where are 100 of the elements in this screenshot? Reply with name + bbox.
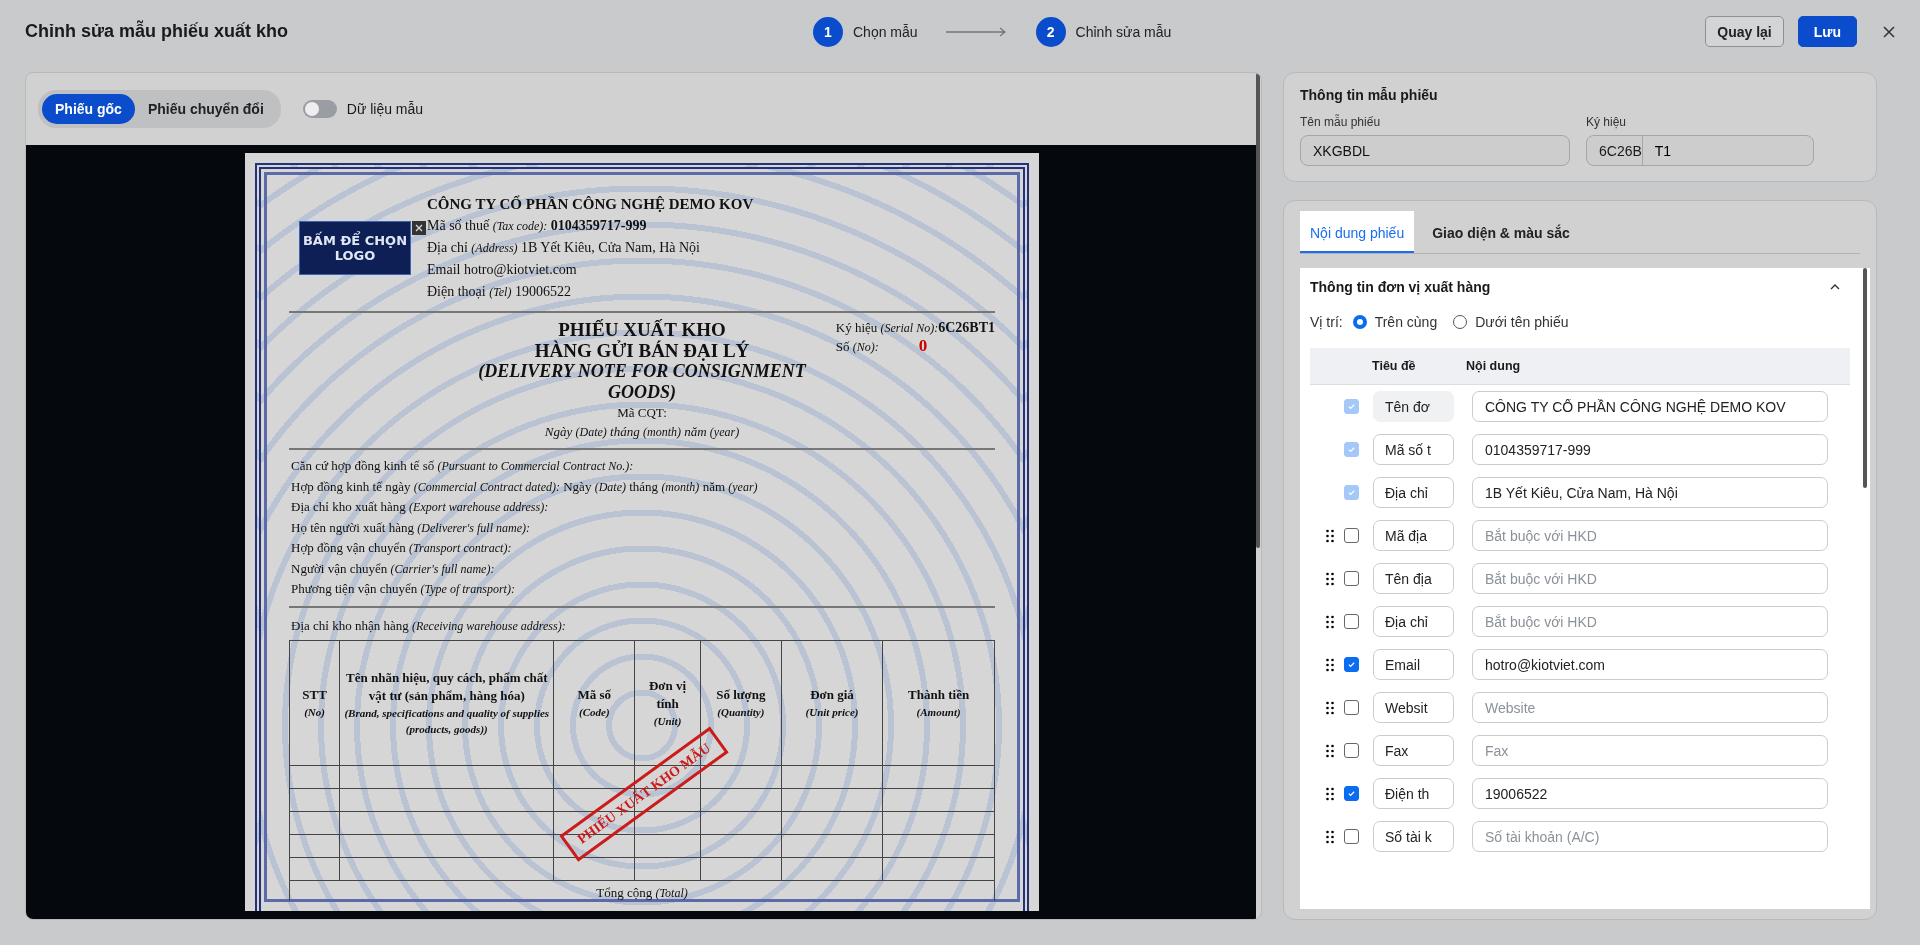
- title-field[interactable]: Websit: [1373, 692, 1454, 723]
- drag-handle-icon[interactable]: [1324, 571, 1336, 586]
- scrollbar-thumb[interactable]: [1863, 268, 1867, 488]
- field-label: Ký hiệu: [1586, 115, 1628, 129]
- drag-handle-icon[interactable]: [1324, 743, 1336, 758]
- view-tab[interactable]: Phiếu chuyển đổi: [134, 94, 277, 124]
- scrollbar-thumb[interactable]: [1256, 73, 1260, 548]
- check-icon: [1347, 660, 1356, 669]
- title-field[interactable]: Địa chỉ: [1373, 477, 1454, 508]
- radio-option[interactable]: Dưới tên phiếu: [1453, 314, 1569, 330]
- company-detail: Địa chỉ (Address) 1B Yết Kiêu, Cửa Nam, Hà Nội: [427, 239, 701, 257]
- serial-label: Ký hiệu (Serial No):: [835, 320, 939, 335]
- table-header: Thành tiền (Amount): [882, 640, 995, 766]
- title-field[interactable]: Fax: [1373, 735, 1454, 766]
- table-cell: [289, 834, 340, 858]
- document-field: Căn cứ hợp đồng kinh tế số (Pursuant to Commercial Contract No.):: [289, 456, 995, 477]
- save-button[interactable]: Lưu: [1797, 16, 1857, 47]
- table-header: STT (No): [289, 640, 340, 766]
- drag-handle-icon[interactable]: [1324, 700, 1336, 715]
- drag-handle-icon[interactable]: [1324, 829, 1336, 844]
- field-label: Tên mẫu phiếu: [1300, 115, 1382, 129]
- checkbox[interactable]: [1344, 700, 1359, 715]
- symbol-field[interactable]: 6C26B T1: [1586, 135, 1814, 166]
- table-header: Đơn giá (Unit price): [781, 640, 883, 766]
- content-field[interactable]: Bắt buộc với HKD: [1472, 606, 1828, 637]
- content-field[interactable]: 1B Yết Kiêu, Cửa Nam, Hà Nội: [1472, 477, 1828, 508]
- card-title: Thông tin mẫu phiếu: [1300, 87, 1439, 103]
- radio-button[interactable]: [1352, 315, 1367, 329]
- content-field[interactable]: 0104359717-999: [1472, 434, 1828, 465]
- view-tab[interactable]: Phiếu gốc: [42, 94, 135, 124]
- total-label: Tổng cộng (Total): [289, 880, 995, 901]
- chevron-icon[interactable]: [1830, 284, 1840, 290]
- table-header: Mã số (Code): [553, 640, 635, 766]
- document-field: Địa chỉ kho xuất hàng (Export warehouse address):: [289, 497, 995, 518]
- title-field[interactable]: Mã địa: [1373, 520, 1454, 551]
- checkbox[interactable]: [1344, 614, 1359, 629]
- company-detail: Mã số thuế (Tax code): 0104359717-999: [427, 217, 648, 235]
- document-field: Người vận chuyển (Carrier's full name):: [289, 558, 995, 579]
- tax-code-label: Mã CQT:: [616, 404, 668, 422]
- document-field: Hợp đồng vận chuyển (Transport contract):: [289, 538, 995, 559]
- document-field: Hợp đồng kinh tế ngày (Commercial Contract dated): Ngày (Date) tháng (month) năm (year): [289, 476, 995, 497]
- settings-tab[interactable]: Giao diện & màu sắc: [1422, 211, 1580, 253]
- check-icon: [1347, 789, 1356, 798]
- content-field[interactable]: Số tài khoản (A/C): [1472, 821, 1828, 852]
- company-detail: Email hotro@kiotviet.com: [427, 261, 578, 279]
- serial-value: 6C26BT1: [938, 320, 995, 335]
- title-field[interactable]: Địa chỉ: [1373, 606, 1454, 637]
- number-label: Số (No):: [835, 339, 879, 354]
- template-name-field[interactable]: XKGBDL: [1300, 135, 1570, 166]
- title-field[interactable]: Điện th: [1373, 778, 1454, 809]
- content-field[interactable]: CÔNG TY CỔ PHẦN CÔNG NGHỆ DEMO KOV: [1472, 391, 1828, 422]
- drag-handle-icon[interactable]: [1324, 528, 1336, 543]
- document-field: Họ tên người xuất hàng (Deliverer's full name):: [289, 517, 995, 538]
- title-field[interactable]: Tên địa: [1373, 563, 1454, 594]
- column-header: Tiêu đề: [1372, 359, 1417, 373]
- page-title: Chỉnh sửa mẫu phiếu xuất kho: [25, 21, 289, 42]
- checkbox[interactable]: [1344, 571, 1359, 586]
- symbol-suffix-field[interactable]: T1: [1642, 136, 1813, 165]
- toggle-label: Dữ liệu mẫu: [346, 101, 424, 117]
- title-field[interactable]: Email: [1373, 649, 1454, 680]
- checkbox[interactable]: [1344, 743, 1359, 758]
- content-field[interactable]: hotro@kiotviet.com: [1472, 649, 1828, 680]
- content-field[interactable]: Bắt buộc với HKD: [1472, 520, 1828, 551]
- document-title: PHIẾU XUẤT KHO HÀNG GỬI BÁN ĐẠI LÝ: [533, 319, 751, 361]
- table-cell: [289, 857, 340, 881]
- step-label: Chọn mẫu: [853, 24, 918, 40]
- content-field[interactable]: 19006522: [1472, 778, 1828, 809]
- checkbox[interactable]: [1344, 786, 1359, 801]
- back-button[interactable]: Quay lại: [1705, 16, 1784, 47]
- step-number: 1: [813, 17, 843, 47]
- checkbox[interactable]: [1344, 829, 1359, 844]
- drag-handle-icon[interactable]: [1324, 614, 1336, 629]
- drag-handle-icon[interactable]: [1324, 786, 1336, 801]
- radio-option[interactable]: Trên cùng: [1352, 314, 1438, 330]
- close-icon[interactable]: [1883, 25, 1895, 38]
- arrow-icon: [945, 27, 1008, 37]
- content-field[interactable]: Website: [1472, 692, 1828, 723]
- settings-tab[interactable]: Nội dung phiếu: [1300, 211, 1415, 253]
- drag-handle-icon[interactable]: [1324, 657, 1336, 672]
- position-label: Vị trí:: [1310, 314, 1343, 330]
- document-subtitle: (DELIVERY NOTE FOR CONSIGNMENT GOODS): [477, 361, 808, 403]
- table-header: Tên nhãn hiệu, quy cách, phẩm chất vật tư (sản phẩm, hàng hóa) (Brand, specifications and quality of supplies (products, goods)): [339, 640, 554, 766]
- document-field: Địa chỉ kho nhận hàng (Receiving warehouse address):: [289, 607, 995, 636]
- document-field: Phương tiện vận chuyển (Type of transport):: [289, 579, 995, 600]
- table-cell: [289, 765, 340, 789]
- title-field[interactable]: Số tài k: [1373, 821, 1454, 852]
- date-line: Ngày (Date) tháng (month) năm (year): [543, 423, 741, 441]
- table-cell: [289, 788, 340, 812]
- title-field[interactable]: Mã số t: [1373, 434, 1454, 465]
- column-header: Nội dung: [1466, 359, 1521, 373]
- table-cell: [289, 811, 340, 835]
- content-field[interactable]: Fax: [1472, 735, 1828, 766]
- checkbox[interactable]: [1344, 657, 1359, 672]
- company-detail: Điện thoại (Tel) 19006522: [427, 283, 572, 301]
- content-field[interactable]: Bắt buộc với HKD: [1472, 563, 1828, 594]
- step-label: Chỉnh sửa mẫu: [1075, 24, 1172, 40]
- checkbox[interactable]: [1344, 528, 1359, 543]
- number-value: 0: [918, 336, 928, 355]
- toggle-switch[interactable]: [302, 100, 337, 118]
- table-cell: [634, 834, 701, 858]
